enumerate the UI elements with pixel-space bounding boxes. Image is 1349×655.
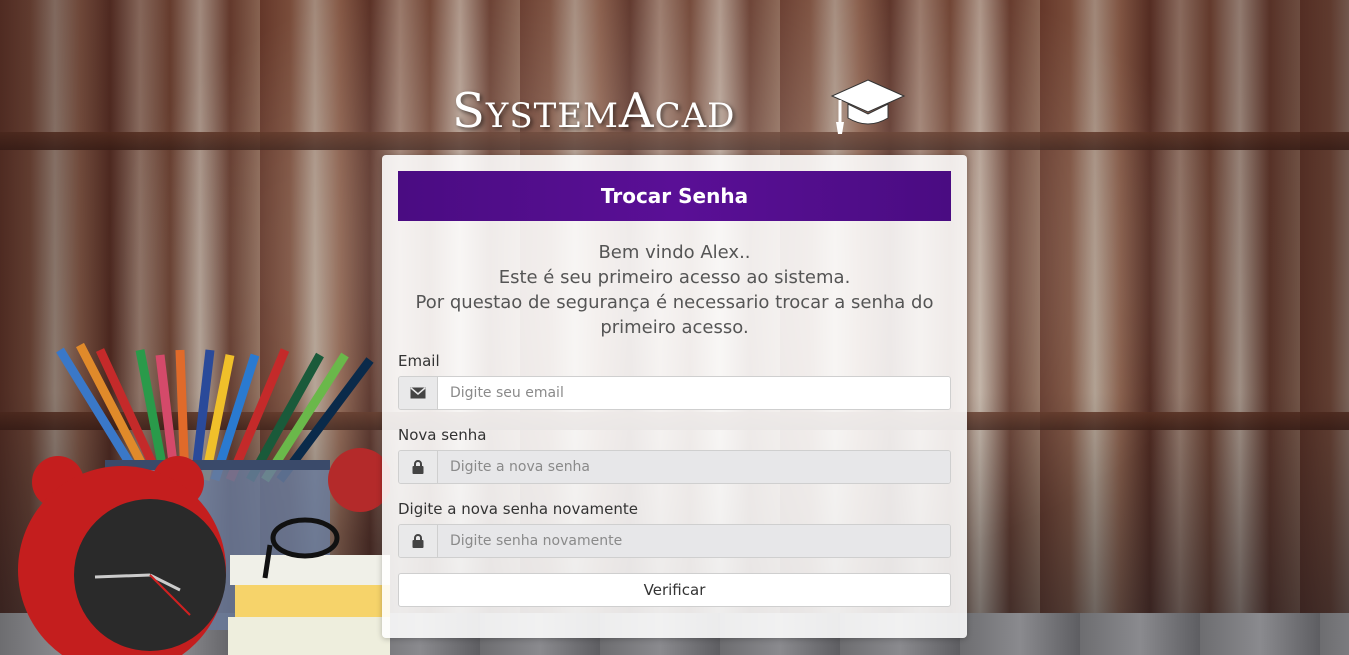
new-password-label: Nova senha xyxy=(398,426,487,444)
card-title: Trocar Senha xyxy=(398,171,951,221)
change-password-card: Trocar Senha Bem vindo Alex.. Este é seu… xyxy=(382,155,967,638)
new-password-field[interactable] xyxy=(438,451,950,483)
welcome-message: Bem vindo Alex.. Este é seu primeiro ace… xyxy=(398,240,951,340)
envelope-icon xyxy=(399,377,438,409)
brand-logo: SystemAcad xyxy=(452,76,912,146)
welcome-line: Por questao de segurança é necessario tr… xyxy=(415,292,934,313)
graduation-cap-icon xyxy=(830,79,906,134)
lock-icon xyxy=(399,525,438,557)
confirm-password-field[interactable] xyxy=(438,525,950,557)
new-password-input-group xyxy=(398,450,951,484)
email-field[interactable] xyxy=(438,377,950,409)
email-label: Email xyxy=(398,352,440,370)
verify-button[interactable]: Verificar xyxy=(398,573,951,607)
confirm-password-label: Digite a nova senha novamente xyxy=(398,500,638,518)
welcome-line: Este é seu primeiro acesso ao sistema. xyxy=(498,267,851,288)
confirm-password-input-group xyxy=(398,524,951,558)
brand-name: SystemAcad xyxy=(452,83,736,139)
email-input-group xyxy=(398,376,951,410)
welcome-line: Bem vindo Alex.. xyxy=(598,242,751,263)
welcome-line: primeiro acesso. xyxy=(600,317,749,338)
desk-decoration-illustration xyxy=(18,342,390,655)
lock-icon xyxy=(399,451,438,483)
